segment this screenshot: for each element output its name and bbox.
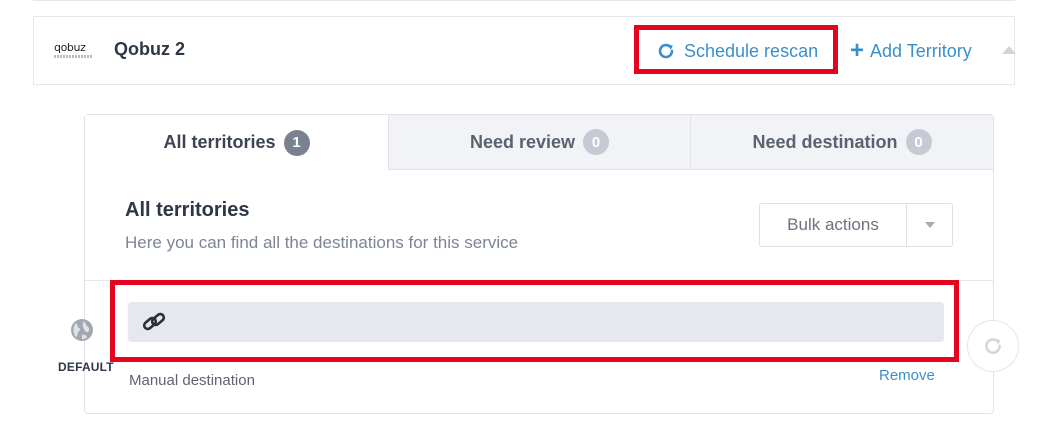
remove-destination-link[interactable]: Remove <box>879 367 935 384</box>
schedule-rescan-button[interactable]: Schedule rescan <box>656 38 818 64</box>
refresh-icon <box>985 338 1001 354</box>
qobuz-logo: qobuz <box>54 42 96 60</box>
tab-need-review[interactable]: Need review 0 <box>388 115 690 170</box>
refresh-icon <box>658 43 674 59</box>
schedule-rescan-label: Schedule rescan <box>684 40 819 61</box>
add-territory-label: Add Territory <box>870 40 972 61</box>
globe-icon <box>71 319 93 341</box>
tab-all-territories[interactable]: All territories 1 <box>85 115 388 170</box>
caret-down-icon <box>924 222 935 228</box>
territories-panel: All territories 1 Need review 0 Need des… <box>84 114 994 414</box>
service-header: qobuz Qobuz 2 Schedule rescan + Add Terr… <box>33 16 1016 85</box>
count-badge: 0 <box>583 129 610 155</box>
section-description: Here you can find all the destinations f… <box>125 233 519 252</box>
panel-divider <box>85 280 993 281</box>
link-icon <box>142 312 166 331</box>
count-badge: 1 <box>283 129 310 156</box>
logo-text: qobuz <box>54 41 86 54</box>
plus-icon: + <box>850 37 865 64</box>
refresh-destination-button[interactable] <box>967 320 1019 372</box>
tab-label: Need review <box>469 131 576 152</box>
tab-label: All territories <box>163 132 276 152</box>
collapse-icon[interactable] <box>1002 46 1016 54</box>
logo-tagline <box>54 55 92 58</box>
add-territory-button[interactable]: + Add Territory <box>850 38 972 64</box>
territory-label: DEFAULT <box>58 360 114 374</box>
destination-type-label: Manual destination <box>129 372 255 389</box>
bulk-actions-dropdown[interactable]: Bulk actions <box>759 203 953 247</box>
tab-need-destination[interactable]: Need destination 0 <box>690 115 993 170</box>
top-divider <box>33 0 1015 1</box>
bulk-actions-toggle[interactable] <box>907 204 952 246</box>
tab-label: Need destination <box>752 131 898 152</box>
destination-url-field[interactable] <box>128 302 944 342</box>
count-badge: 0 <box>905 129 932 155</box>
section-title: All territories <box>125 199 250 221</box>
territory-tabs: All territories 1 Need review 0 Need des… <box>85 115 993 170</box>
service-name: Qobuz 2 <box>114 39 185 59</box>
bulk-actions-label[interactable]: Bulk actions <box>760 204 907 246</box>
